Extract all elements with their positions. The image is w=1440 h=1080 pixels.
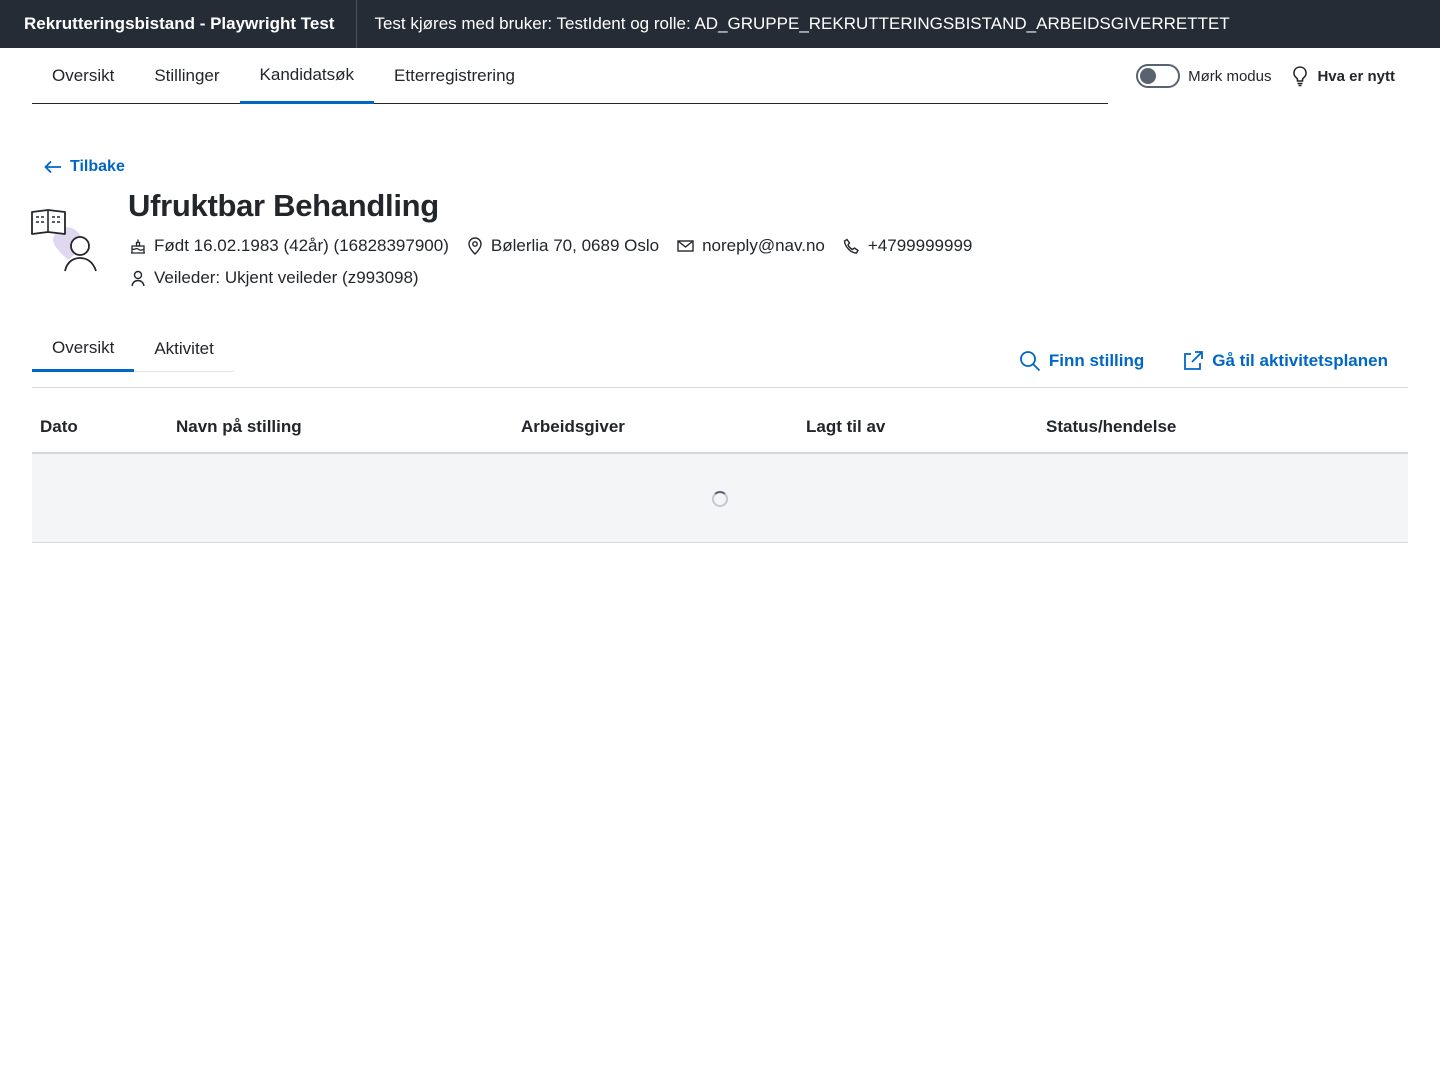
toggle-knob	[1140, 68, 1157, 84]
email-text: noreply@nav.no	[702, 236, 825, 255]
supervisor-row: Veileder: Ukjent veileder (z993098)	[130, 268, 437, 288]
dark-mode-toggle[interactable]	[1136, 64, 1181, 88]
subtab-oversikt[interactable]: Oversikt	[32, 326, 135, 372]
test-info-banner: Test kjøres med bruker: TestIdent og rol…	[374, 14, 1230, 33]
candidate-actions: Finn stilling Gå til aktivitetsplanen	[981, 350, 1388, 372]
phone-icon	[843, 238, 859, 254]
dark-mode-label: Mørk modus	[1188, 67, 1272, 85]
candidate-illustration	[31, 209, 97, 272]
activity-plan-link[interactable]: Gå til aktivitetsplanen	[1182, 350, 1388, 372]
back-label: Tilbake	[70, 158, 125, 175]
search-icon	[1019, 351, 1041, 372]
external-link-icon	[1184, 351, 1204, 370]
email-info: noreply@nav.no	[677, 236, 825, 256]
activity-plan-label: Gå til aktivitetsplanen	[1212, 351, 1388, 370]
table-header: Dato Navn på stilling Arbeidsgiver Lagt …	[32, 404, 1408, 454]
column-header-job-title[interactable]: Navn på stilling	[176, 417, 302, 437]
column-header-employer[interactable]: Arbeidsgiver	[521, 417, 625, 437]
location-pin-icon	[468, 237, 482, 255]
birth-text: Født 16.02.1983 (42år) (16828397900)	[154, 236, 449, 255]
whats-new-label: Hva er nytt	[1317, 67, 1395, 85]
whats-new-button[interactable]: Hva er nytt	[1291, 65, 1395, 87]
column-header-date[interactable]: Dato	[40, 417, 78, 437]
candidate-info-row: Født 16.02.1983 (42år) (16828397900) Bøl…	[130, 236, 990, 256]
subtab-aktivitet[interactable]: Aktivitet	[134, 326, 234, 372]
main-tabs: Oversikt Stillinger Kandidatsøk Etterreg…	[32, 48, 1108, 104]
birth-info: Født 16.02.1983 (42år) (16828397900)	[130, 236, 449, 256]
candidate-subtabs: Oversikt Aktivitet	[32, 326, 234, 372]
tab-kandidatsok[interactable]: Kandidatsøk	[239, 48, 375, 104]
person-icon	[131, 270, 145, 286]
find-job-label: Finn stilling	[1048, 351, 1145, 370]
envelope-icon	[677, 240, 694, 252]
supervisor-text: Veileder: Ukjent veileder (z993098)	[154, 268, 419, 287]
arrow-left-icon	[44, 160, 61, 174]
address-info: Bølerlia 70, 0689 Oslo	[467, 236, 659, 256]
candidate-name: Ufruktbar Behandling	[128, 188, 439, 223]
divider	[32, 387, 1408, 388]
lightbulb-icon	[1293, 66, 1308, 87]
birthday-cake-icon	[131, 239, 145, 254]
phone-info: +4799999999	[843, 236, 972, 256]
address-text: Bølerlia 70, 0689 Oslo	[490, 236, 660, 255]
app-title[interactable]: Rekrutteringsbistand - Playwright Test	[0, 0, 358, 48]
back-link[interactable]: Tilbake	[44, 158, 125, 176]
tab-stillinger[interactable]: Stillinger	[134, 48, 239, 104]
loading-spinner-icon	[712, 491, 728, 507]
tab-etterregistrering[interactable]: Etterregistrering	[374, 48, 535, 104]
column-header-added-by[interactable]: Lagt til av	[806, 417, 885, 437]
tab-oversikt[interactable]: Oversikt	[32, 48, 134, 104]
top-header: Rekrutteringsbistand - Playwright Test T…	[0, 0, 1440, 48]
nav-right-controls: Mørk modus Hva er nytt	[1136, 48, 1395, 104]
main-navigation: Oversikt Stillinger Kandidatsøk Etterreg…	[0, 48, 1440, 104]
supervisor-info: Veileder: Ukjent veileder (z993098)	[130, 268, 419, 288]
column-header-status[interactable]: Status/hendelse	[1046, 417, 1176, 437]
table-loading-row	[32, 454, 1408, 543]
find-job-button[interactable]: Finn stilling	[1019, 350, 1144, 372]
phone-text: +4799999999	[867, 236, 973, 255]
